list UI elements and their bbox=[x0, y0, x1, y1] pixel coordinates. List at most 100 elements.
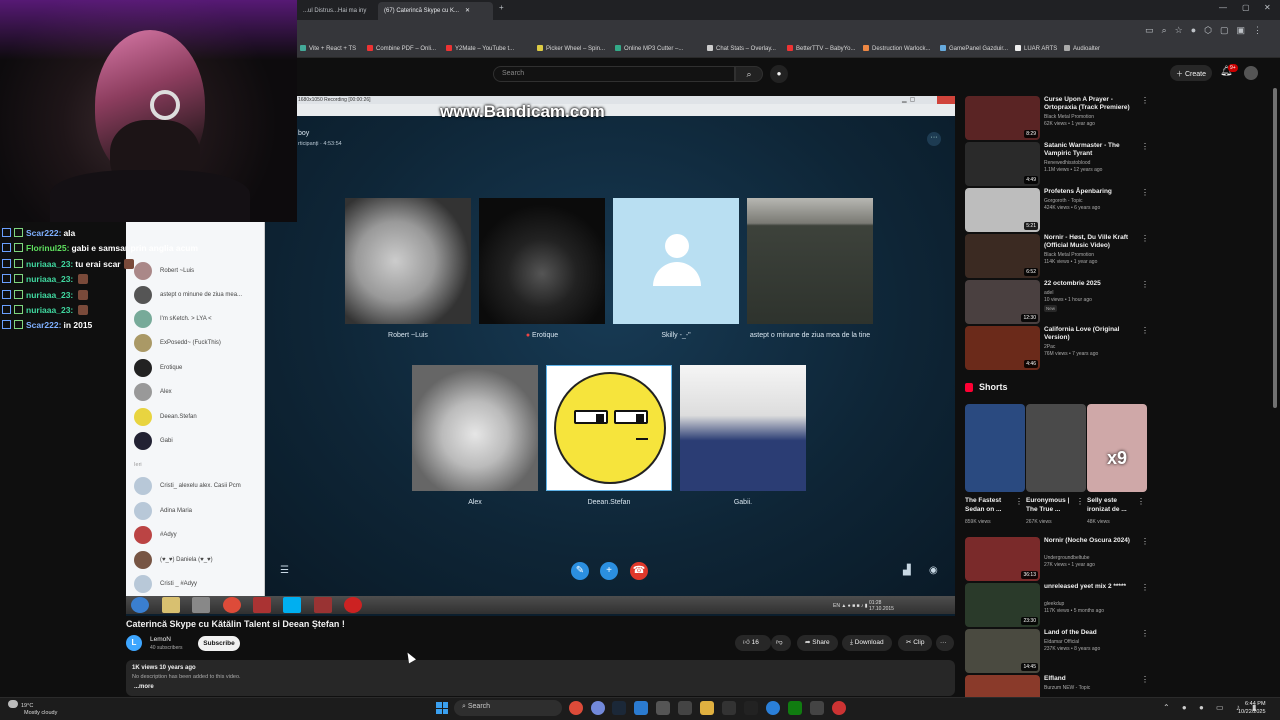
like-button[interactable]: 👍︎ 16 bbox=[735, 635, 771, 651]
browser-toolbar-icons[interactable]: ▭⌕☆●⬡▢▣⋮ bbox=[1145, 25, 1270, 36]
recommendation-title[interactable]: Profetens Åpenbaring bbox=[1044, 188, 1144, 196]
subscribe-button[interactable]: Subscribe bbox=[198, 636, 240, 651]
more-vert-icon[interactable]: ⋮ bbox=[1141, 142, 1149, 151]
channel-name[interactable]: LemoN bbox=[150, 636, 171, 643]
description-box[interactable] bbox=[126, 660, 955, 696]
video-thumbnail[interactable]: 8:29 bbox=[965, 96, 1040, 140]
bookmark-item[interactable]: Audioalter bbox=[1064, 45, 1100, 52]
scrollbar[interactable] bbox=[1273, 88, 1277, 408]
recommendation-title[interactable]: Elfland bbox=[1044, 675, 1144, 683]
chrome-icon[interactable] bbox=[569, 701, 583, 715]
share-button[interactable]: ➦ Share bbox=[797, 635, 838, 651]
bookmark-item[interactable]: Destruction Warlock... bbox=[863, 45, 930, 52]
show-more-link[interactable]: ...more bbox=[134, 684, 154, 690]
more-vert-icon[interactable]: ⋮ bbox=[1015, 497, 1023, 506]
short-title[interactable]: Selly este ironizat de ... bbox=[1087, 496, 1139, 514]
search-input[interactable]: Search bbox=[493, 66, 735, 82]
short-thumbnail[interactable] bbox=[965, 404, 1025, 492]
more-vert-icon[interactable]: ⋮ bbox=[1141, 583, 1149, 592]
app-icon[interactable] bbox=[722, 701, 736, 715]
recommendation-title[interactable]: Curse Upon A Prayer - Ortopraxia (Track … bbox=[1044, 96, 1144, 112]
more-vert-icon[interactable]: ⋮ bbox=[1141, 280, 1149, 289]
bookmark-item[interactable]: Combine PDF – Onli... bbox=[367, 45, 436, 52]
recommendation-title[interactable]: unreleased yeet mix 2 ***** bbox=[1044, 583, 1144, 591]
more-vert-icon[interactable]: ⋮ bbox=[1141, 629, 1149, 638]
short-thumbnail[interactable] bbox=[1026, 404, 1086, 492]
more-vert-icon[interactable]: ⋮ bbox=[1141, 537, 1149, 546]
more-vert-icon[interactable]: ⋮ bbox=[1137, 497, 1145, 506]
create-button[interactable]: ＋ Create bbox=[1170, 65, 1212, 81]
recommendation-title[interactable]: Land of the Dead bbox=[1044, 629, 1144, 637]
search-icon[interactable]: ⌕ bbox=[735, 66, 763, 82]
short-thumbnail[interactable]: x9 bbox=[1087, 404, 1147, 492]
recommendation-title[interactable]: Satanic Warmaster - The Vampiric Tyrant bbox=[1044, 142, 1144, 158]
minimize-icon[interactable]: — bbox=[1219, 3, 1227, 12]
bookmark-item[interactable]: GamePanel Gazduir... bbox=[940, 45, 1008, 52]
dislike-button[interactable]: 👎︎ bbox=[771, 635, 791, 651]
video-thumbnail[interactable]: 12:30 bbox=[965, 280, 1040, 324]
video-thumbnail[interactable]: 4:49 bbox=[965, 142, 1040, 186]
more-vert-icon[interactable]: ⋮ bbox=[1141, 675, 1149, 684]
video-thumbnail[interactable]: 5:21 bbox=[965, 188, 1040, 232]
app-icon[interactable] bbox=[810, 701, 824, 715]
more-actions-icon[interactable]: ··· bbox=[936, 635, 954, 651]
recommendation-item[interactable]: 4:46 California Love (Original Version) 2P… bbox=[965, 326, 1155, 372]
file-explorer-icon[interactable] bbox=[700, 701, 714, 715]
mic-icon[interactable]: ● bbox=[770, 65, 788, 83]
recommendation-item[interactable]: 5:21 Profetens Åpenbaring Gorgoroth - Topi… bbox=[965, 188, 1155, 234]
xbox-icon[interactable] bbox=[788, 701, 802, 715]
bookmark-item[interactable]: Online MP3 Cutter –... bbox=[615, 45, 683, 52]
account-avatar[interactable] bbox=[1244, 66, 1258, 80]
bookmark-item[interactable]: Picker Wheel – Spin... bbox=[537, 45, 605, 52]
recommendation-item[interactable]: 8:29 Curse Upon A Prayer - Ortopraxia (Tr… bbox=[965, 96, 1155, 142]
app-icon[interactable] bbox=[678, 701, 692, 715]
recommendation-title[interactable]: Nornir - Høst, Du Ville Kraft (Official … bbox=[1044, 234, 1144, 250]
video-thumbnail[interactable]: 6:52 bbox=[965, 234, 1040, 278]
maximize-icon[interactable]: ▢ bbox=[1242, 3, 1250, 12]
bookmark-item[interactable]: Y2Mate – YouTube t... bbox=[446, 45, 514, 52]
download-button[interactable]: ⤓ Download bbox=[842, 635, 892, 651]
browser-tab[interactable]: ...ul Distrus...Hai ma iny ✕ bbox=[297, 2, 373, 20]
recommendation-item[interactable]: 4:49 Satanic Warmaster - The Vampiric Tyr… bbox=[965, 142, 1155, 188]
video-thumbnail[interactable]: 14:45 bbox=[965, 629, 1040, 673]
app-icon[interactable] bbox=[656, 701, 670, 715]
short-title[interactable]: The Fastest Sedan on ... bbox=[965, 496, 1017, 514]
app-icon[interactable] bbox=[832, 701, 846, 715]
video-thumbnail[interactable]: 23:30 bbox=[965, 583, 1040, 627]
taskbar-search[interactable]: ⌕ Search bbox=[454, 700, 562, 716]
more-vert-icon[interactable]: ⋮ bbox=[1141, 96, 1149, 105]
bookmark-item[interactable]: Vite + React + TS bbox=[300, 45, 356, 52]
more-vert-icon[interactable]: ⋮ bbox=[1141, 234, 1149, 243]
close-icon[interactable]: ✕ bbox=[465, 8, 470, 14]
recommendation-title[interactable]: 22 octombrie 2025 bbox=[1044, 280, 1144, 288]
app-icon[interactable] bbox=[744, 701, 758, 715]
app-icon[interactable] bbox=[766, 701, 780, 715]
close-icon[interactable]: ✕ bbox=[372, 8, 373, 14]
discord-icon[interactable] bbox=[591, 701, 605, 715]
close-window-icon[interactable]: ✕ bbox=[1264, 3, 1271, 12]
recommendation-item[interactable]: 14:45 Land of the Dead Eldamar Official 237… bbox=[965, 629, 1155, 675]
windows-start-icon[interactable] bbox=[436, 702, 448, 714]
new-tab-icon[interactable]: + bbox=[499, 3, 504, 12]
bookmark-item[interactable]: LUAR ARTS bbox=[1015, 45, 1057, 52]
recommendation-title[interactable]: California Love (Original Version) bbox=[1044, 326, 1144, 342]
recommendation-item[interactable]: 12:30 22 octombrie 2025 adel 10 views • 1 h… bbox=[965, 280, 1155, 326]
vscode-icon[interactable] bbox=[634, 701, 648, 715]
more-vert-icon[interactable]: ⋮ bbox=[1141, 188, 1149, 197]
recommendation-title[interactable]: Nornir (Noche Oscura 2024) bbox=[1044, 537, 1144, 545]
more-vert-icon[interactable]: ⋮ bbox=[1076, 497, 1084, 506]
recommendation-item[interactable]: 23:30 unreleased yeet mix 2 ***** gleekdup… bbox=[965, 583, 1155, 629]
steam-icon[interactable] bbox=[612, 701, 626, 715]
short-title[interactable]: Euronymous | The True ... bbox=[1026, 496, 1078, 514]
bookmark-item[interactable]: BetterTTV – BabyYo... bbox=[787, 45, 855, 52]
video-thumbnail[interactable]: 4:46 bbox=[965, 326, 1040, 370]
recommendation-item[interactable]: 36:13 Nornir (Noche Oscura 2024) Undergrou… bbox=[965, 537, 1155, 583]
clip-button[interactable]: ✂ Clip bbox=[898, 635, 933, 651]
browser-tab-active[interactable]: (67) Caterincă Skype cu K... ✕ bbox=[378, 2, 493, 20]
recommendation-item[interactable]: 6:52 Nornir - Høst, Du Ville Kraft (Offic… bbox=[965, 234, 1155, 280]
weather-widget[interactable]: 19°C Mostly cloudy bbox=[8, 700, 57, 717]
more-vert-icon[interactable]: ⋮ bbox=[1141, 326, 1149, 335]
bookmark-item[interactable]: Chat Stats – Overlay... bbox=[707, 45, 776, 52]
taskbar-clock[interactable]: 6:44 PM 10/22/2025 bbox=[1238, 700, 1266, 716]
video-thumbnail[interactable]: 36:13 bbox=[965, 537, 1040, 581]
